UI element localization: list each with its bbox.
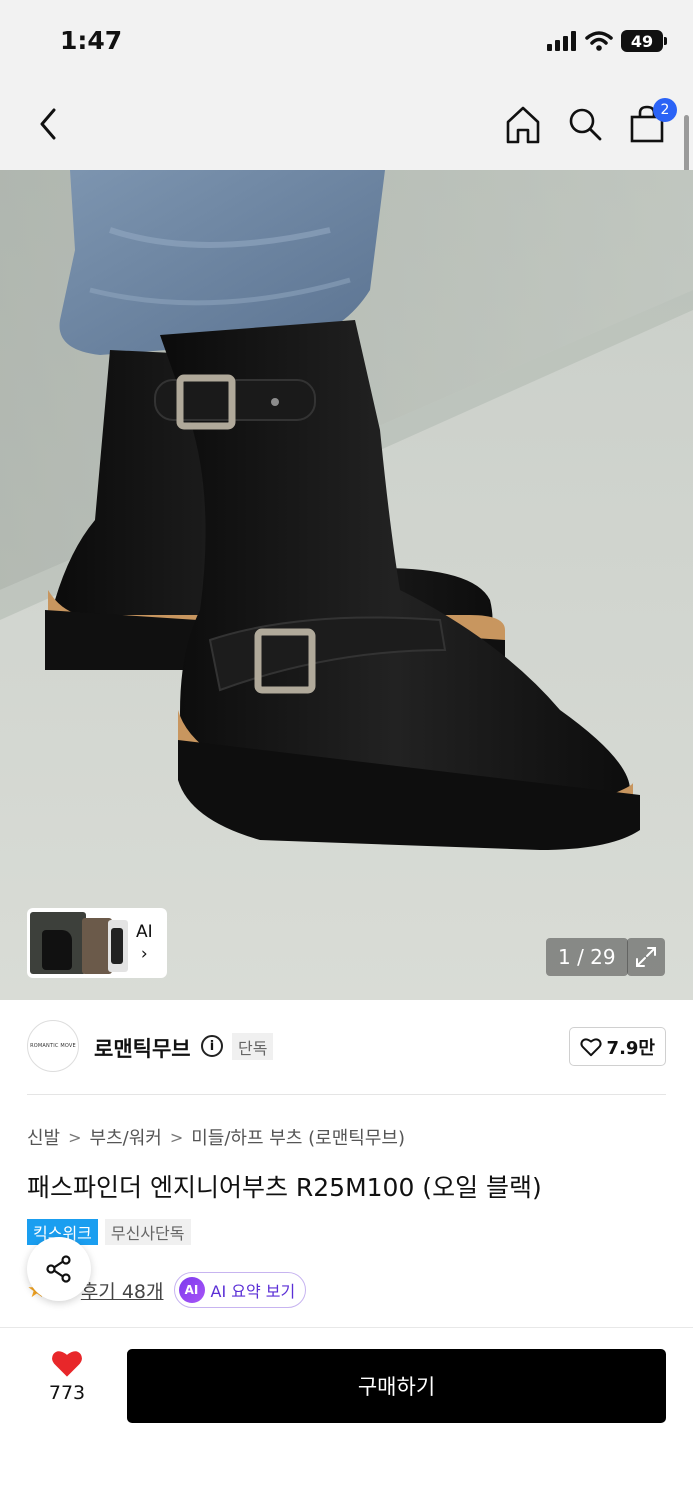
battery-indicator: 49 <box>621 30 667 52</box>
breadcrumb-separator: > <box>169 1127 184 1147</box>
breadcrumb-item-1[interactable]: 신발 <box>27 1124 60 1150</box>
share-button[interactable] <box>27 1237 91 1301</box>
breadcrumb-item-2[interactable]: 부츠/워커 <box>90 1124 162 1150</box>
search-button[interactable] <box>565 102 605 146</box>
heart-outline-icon <box>579 1037 602 1056</box>
expand-button[interactable] <box>627 938 665 976</box>
cart-button[interactable]: 2 <box>627 98 677 146</box>
status-time: 1:47 <box>60 26 123 55</box>
like-button[interactable]: 773 <box>32 1348 102 1404</box>
status-bar: 1:47 49 <box>0 0 693 80</box>
ai-thumbnail-link[interactable]: AI › <box>136 921 153 965</box>
section-divider <box>27 1094 666 1095</box>
breadcrumb-separator: > <box>68 1127 82 1147</box>
brand-name[interactable]: 로맨틱무브 <box>94 1033 191 1063</box>
chevron-right-icon: › <box>140 944 148 964</box>
thumbnail-1[interactable] <box>30 912 86 974</box>
ai-summary-button[interactable]: AI AI 요약 보기 <box>173 1272 307 1308</box>
brand-like-button[interactable]: 7.9만 <box>568 1027 666 1066</box>
chevron-left-icon <box>40 108 56 140</box>
review-count-link[interactable]: 후기 48개 <box>81 1277 164 1304</box>
breadcrumb-item-3[interactable]: 미들/하프 부츠 (로맨틱무브) <box>191 1124 405 1150</box>
home-button[interactable] <box>503 102 543 146</box>
thumbnail-3[interactable] <box>108 920 128 972</box>
exclusive-badge: 단독 <box>232 1033 274 1060</box>
brand-logo-text: ROMANTIC MOVE <box>30 1043 76 1049</box>
bottom-action-bar: 773 구매하기 <box>0 1328 693 1500</box>
expand-icon <box>636 947 656 967</box>
brand-row: ROMANTIC MOVE 로맨틱무브 i 단독 7.9만 <box>0 1000 693 1094</box>
ai-icon: AI <box>178 1277 205 1303</box>
ai-label: AI <box>136 922 153 942</box>
home-icon <box>506 106 540 144</box>
status-icons: 49 <box>547 30 667 52</box>
thumbnail-images <box>30 912 128 974</box>
thumbnail-strip[interactable]: AI › <box>27 908 167 978</box>
image-page-counter: 1 / 29 <box>546 938 628 976</box>
product-title: 패스파인더 엔지니어부츠 R25M100 (오일 블랙) <box>27 1173 542 1202</box>
signal-icon <box>547 31 576 51</box>
product-photo <box>0 170 693 1000</box>
heart-icon <box>52 1351 82 1377</box>
search-icon <box>569 108 602 141</box>
like-count: 773 <box>48 1382 86 1404</box>
tag-musinsa-exclusive: 무신사단독 <box>104 1219 191 1245</box>
brand-logo[interactable]: ROMANTIC MOVE <box>27 1020 79 1072</box>
brand-like-count: 7.9만 <box>606 1037 655 1059</box>
cart-count-badge: 2 <box>653 98 677 122</box>
top-nav-bar: 2 <box>0 80 693 170</box>
product-image-gallery[interactable]: AI › 1 / 29 <box>0 170 693 1000</box>
ai-summary-label: AI 요약 보기 <box>210 1282 296 1301</box>
wifi-icon <box>585 31 613 51</box>
back-button[interactable] <box>30 104 66 144</box>
info-icon[interactable]: i <box>201 1035 223 1057</box>
share-icon <box>46 1255 71 1283</box>
breadcrumb: 신발 > 부츠/워커 > 미들/하프 부츠 (로맨틱무브) <box>27 1124 405 1150</box>
buy-button[interactable]: 구매하기 <box>127 1349 666 1423</box>
